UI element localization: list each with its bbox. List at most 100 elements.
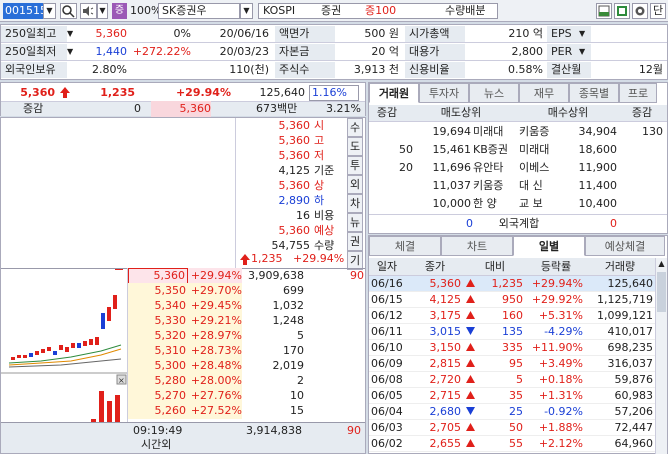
bid-price: 5,260: [128, 403, 188, 419]
side-tab[interactable]: 뉴: [347, 213, 363, 232]
broker-tab[interactable]: 종목별: [569, 83, 619, 103]
bid-row[interactable]: 5,260 +27.52% 15: [128, 403, 366, 419]
excel-icon[interactable]: [614, 3, 630, 19]
daily-tab[interactable]: 차트: [441, 236, 513, 256]
side-tab[interactable]: 수: [347, 118, 363, 137]
daily-header: 대비: [484, 260, 506, 273]
broker-tab[interactable]: 프로: [619, 83, 657, 103]
search-icon[interactable]: [60, 3, 77, 19]
info-value: 500 원: [364, 27, 399, 40]
last-price: 5,360: [20, 86, 55, 99]
buy-broker[interactable]: 키움증: [519, 124, 563, 140]
daily-row[interactable]: 06/16 5,360 1,235 +29.94% 125,640: [369, 276, 655, 292]
dropdown-icon[interactable]: ▼: [67, 44, 77, 60]
candle: [47, 347, 51, 351]
buy-broker[interactable]: 대 신: [519, 178, 563, 194]
daily-change: 135: [502, 325, 523, 338]
sell-broker[interactable]: 미래대: [473, 124, 517, 140]
daily-row[interactable]: 06/05 2,715 35 +1.31% 60,983: [369, 388, 655, 404]
speaker-dropdown-icon[interactable]: ▼: [97, 3, 108, 19]
sell-broker[interactable]: 키움증: [473, 178, 517, 194]
dropdown-icon[interactable]: ▼: [579, 26, 589, 42]
price-summary: 5,360 1,235 +29.94% 125,640 1.16% 증감 0 5…: [0, 82, 366, 117]
daily-row[interactable]: 06/11 3,015 135 -4.29% 410,017: [369, 324, 655, 340]
turnover-rate: 1.16%: [309, 85, 359, 101]
bid-rate: +29.94%: [188, 268, 242, 284]
bid-price: 5,320: [128, 328, 188, 344]
buy-broker[interactable]: 이베스: [519, 160, 563, 176]
daily-row[interactable]: 06/12 3,175 160 +5.31% 1,099,121: [369, 308, 655, 324]
side-tab[interactable]: 투: [347, 156, 363, 175]
daily-close: 2,705: [429, 421, 462, 434]
broker-tab[interactable]: 거래원: [369, 83, 419, 103]
bid-row[interactable]: 5,330 +29.21% 1,248: [128, 313, 366, 329]
daily-tab[interactable]: 일별: [513, 236, 585, 256]
buy-delta: [619, 160, 663, 176]
broker-tab[interactable]: 재무: [519, 83, 569, 103]
daily-tab[interactable]: 예상체결: [585, 236, 665, 256]
bid-price: 5,330: [128, 313, 188, 329]
info-label: 250일최고: [1, 26, 67, 42]
daily-rate: +0.18%: [538, 373, 583, 386]
market-label: KOSPI: [263, 4, 296, 17]
daily-header: 등락률: [540, 260, 572, 273]
bid-row[interactable]: 5,280 +28.00% 2: [128, 373, 366, 389]
bid-row[interactable]: 5,360 +29.94% 3,909,638 90: [128, 268, 366, 284]
sell-broker[interactable]: 유안타: [473, 160, 517, 176]
daily-row[interactable]: 06/09 2,815 95 +3.49% 316,037: [369, 356, 655, 372]
buy-broker[interactable]: 미래대: [519, 142, 563, 158]
bid-row[interactable]: 5,270 +27.76% 10: [128, 388, 366, 404]
side-tab[interactable]: 차: [347, 194, 363, 213]
scroll-up-icon[interactable]: ▲: [656, 258, 667, 270]
up-arrow-icon: [465, 356, 477, 372]
trade-volume: 125,640: [259, 86, 306, 99]
bid-row[interactable]: 5,340 +29.45% 1,032: [128, 298, 366, 314]
single-view-button[interactable]: 단: [650, 3, 666, 19]
broker-tab[interactable]: 투자자: [419, 83, 469, 103]
code-dropdown-icon[interactable]: ▼: [43, 3, 56, 19]
side-tab[interactable]: 권: [347, 232, 363, 251]
speaker-icon[interactable]: [80, 3, 97, 19]
daily-row[interactable]: 06/10 3,150 335 +11.90% 698,235: [369, 340, 655, 356]
summary-price: 16: [296, 209, 310, 222]
side-tab[interactable]: 도: [347, 137, 363, 156]
daily-volume: 316,037: [607, 357, 654, 370]
info-label: 주식수: [275, 62, 335, 78]
daily-row[interactable]: 06/08 2,720 5 +0.18% 59,876: [369, 372, 655, 388]
bid-extra: [308, 388, 364, 404]
toolbar: 001515 ▼ ▼ 증 100% SK증권우 ▼ KOSPI 증권 증100 …: [0, 0, 668, 22]
after-hours-tab[interactable]: 시간외: [141, 437, 171, 453]
expected-rate: +29.94%: [293, 252, 345, 265]
dropdown-icon[interactable]: ▼: [579, 44, 589, 60]
daily-row[interactable]: 06/03 2,705 50 +1.88% 72,447: [369, 420, 655, 436]
daily-change: 950: [502, 293, 523, 306]
buy-volume: 11,400: [578, 179, 618, 192]
gear-icon[interactable]: [632, 3, 648, 19]
side-tab[interactable]: 외: [347, 175, 363, 194]
bid-row[interactable]: 5,310 +28.73% 170: [128, 343, 366, 359]
daily-row[interactable]: 06/04 2,680 25 -0.92% 57,206: [369, 404, 655, 420]
summary-price: 5,360: [278, 149, 311, 162]
bid-row[interactable]: 5,300 +28.48% 2,019: [128, 358, 366, 374]
stock-code-input[interactable]: 001515: [3, 3, 47, 19]
daily-change: 160: [502, 309, 523, 322]
daily-tab[interactable]: 체결: [369, 236, 441, 256]
sell-broker[interactable]: KB증권: [473, 142, 517, 158]
buy-broker[interactable]: 교 보: [519, 196, 563, 212]
dropdown-icon[interactable]: ▼: [67, 26, 77, 42]
info-rate: [131, 62, 191, 78]
daily-row[interactable]: 06/02 2,655 55 +2.12% 64,960: [369, 436, 655, 452]
daily-row[interactable]: 06/15 4,125 950 +29.92% 1,125,719: [369, 292, 655, 308]
bid-row[interactable]: 5,350 +29.70% 699: [128, 283, 366, 299]
daily-close: 5,360: [429, 277, 462, 290]
sell-broker[interactable]: 한 양: [473, 196, 517, 212]
gap-price: 5,360: [151, 101, 211, 117]
bid-row[interactable]: 5,320 +28.97% 5: [128, 328, 366, 344]
daily-date: 06/03: [371, 421, 403, 434]
info-label: 시가총액: [405, 26, 465, 42]
broker-tab[interactable]: 뉴스: [469, 83, 519, 103]
name-dropdown-icon[interactable]: ▼: [240, 3, 253, 19]
scrollbar[interactable]: ▲: [655, 258, 667, 454]
layout-icon[interactable]: [596, 3, 612, 19]
daily-close: 4,125: [429, 293, 462, 306]
